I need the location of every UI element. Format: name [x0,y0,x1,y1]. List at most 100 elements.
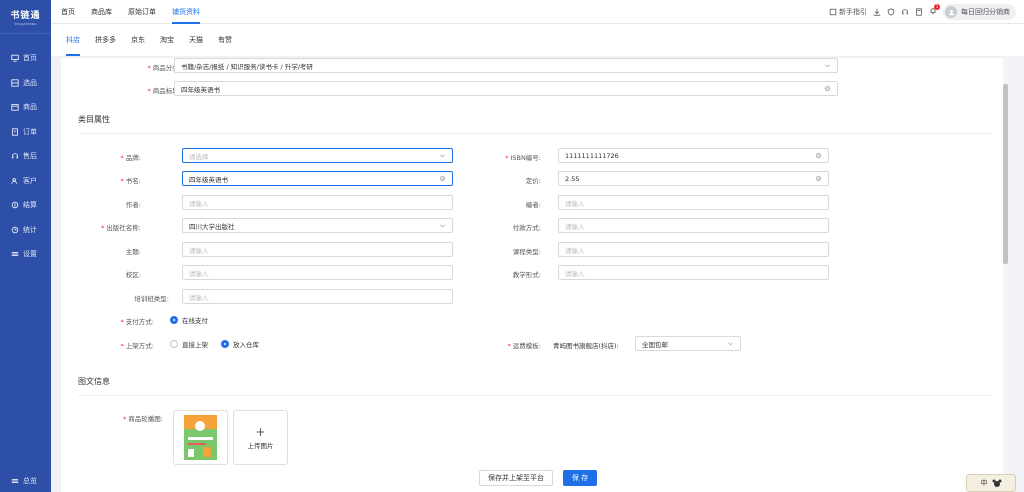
tab-listing-data[interactable]: 铺货资料 [172,0,200,24]
scrollbar[interactable] [1003,58,1008,492]
payment-input[interactable]: 请输入 [558,218,829,233]
upload-button[interactable]: + 上传图片 [233,410,288,465]
sidebar-item-stats[interactable]: 统计 [0,218,51,243]
sidebar-item-home[interactable]: 首页 [0,46,51,71]
freight-label: * 运费模板: [507,342,541,350]
headset-icon [12,153,18,159]
tab-youzan[interactable]: 有赞 [218,24,232,56]
sidebar-item-label: 售后 [23,152,37,161]
author-input[interactable]: 请输入 [182,195,453,210]
shield-icon[interactable] [887,8,895,16]
tab-douyin[interactable]: 抖店 [66,24,80,56]
sidebar-item-products[interactable]: 商品 [0,95,51,120]
training-label: 培训班类型: [134,295,169,303]
sidebar-item-label: 商品 [23,103,37,112]
sidebar-item-orders[interactable]: 订单 [0,120,51,145]
title-input[interactable]: 四年级英语书 [174,81,838,96]
tab-raw-orders[interactable]: 原始订单 [128,0,156,24]
category-select[interactable]: 书籍/杂志/报纸 / 知识服务/读书卡 / 升学/考研 [174,58,838,73]
shelf-direct-radio[interactable]: 直接上架 [170,339,208,349]
author-label: 作者: [125,201,141,209]
campus-input[interactable]: 请输入 [182,265,453,280]
user-menu[interactable]: 每日回归分销商 [943,4,1016,20]
sidebar-item-customers[interactable]: 客户 [0,169,51,194]
campus-label: 校区: [125,271,141,279]
carousel-image-1[interactable] [173,410,228,465]
avatar [945,6,957,18]
save-button[interactable]: 保 存 [563,470,597,486]
shelf-store-radio[interactable]: 放入仓库 [221,339,259,349]
ime-widget[interactable]: 中 [966,474,1016,492]
publisher-label: * 出版社名称: [101,224,141,232]
chevron-down-icon [440,154,445,158]
platform-tabs: 抖店 拼多多 京东 淘宝 天猫 有赞 [51,24,1024,56]
save-and-publish-button[interactable]: 保存并上架至平台 [479,470,553,486]
bookname-label: * 书名: [120,177,141,185]
tab-taobao[interactable]: 淘宝 [160,24,174,56]
topic-input[interactable]: 请输入 [182,242,453,257]
brand-placeholder: 请选择 [189,152,209,161]
isbn-value: 1111111111726 [565,151,619,160]
clear-icon[interactable] [439,175,446,182]
section-images: 图文信息 [78,377,110,386]
sidebar-item-label: 设置 [23,250,37,259]
sidebar-item-settings[interactable]: 设置 [0,242,51,267]
teach-input[interactable]: 请输入 [558,265,829,280]
price-input[interactable]: 2.55 [558,171,829,186]
brand-label: * 品牌: [120,154,141,162]
teach-label: 教学形式: [512,271,541,279]
box-icon [11,104,19,111]
user-icon [948,9,954,15]
sidebar-item-overview[interactable]: 总览 [0,474,51,488]
tab-tmall[interactable]: 天猫 [189,24,203,56]
price-label: 定价: [525,177,541,185]
monitor-icon [11,55,19,62]
guide-link[interactable]: 新手指引 [829,7,867,17]
plus-icon: + [255,424,266,439]
brand-select[interactable]: 请选择 [182,148,453,163]
tab-home[interactable]: 首页 [61,0,75,24]
publisher-select[interactable]: 四川大学出版社 [182,218,453,233]
clear-icon[interactable] [815,175,822,182]
sidebar-item-aftersale[interactable]: 售后 [0,144,51,169]
calculator-icon[interactable] [915,8,923,16]
grid-icon [11,79,19,87]
sidebar-item-label: 首页 [23,54,37,63]
tab-pinduoduo[interactable]: 拼多多 [95,24,116,56]
form-content: * 商品分类: 书籍/杂志/报纸 / 知识服务/读书卡 / 升学/考研 * 商品标题… [61,58,1008,492]
upload-label: 上传图片 [247,441,274,450]
headset-icon[interactable] [901,8,909,16]
training-input[interactable]: 请输入 [182,289,453,304]
settings-icon [11,252,19,257]
editor-label: 编者: [525,201,541,209]
sidebar-item-settlement[interactable]: 结算 [0,193,51,218]
section-category-attrs: 类目属性 [78,115,110,124]
settle-icon [11,202,19,209]
divider [78,395,993,396]
sidebar-item-selection[interactable]: 选品 [0,71,51,96]
download-icon[interactable] [873,8,881,16]
pay-online-radio[interactable]: 在线支付 [170,315,208,325]
isbn-input[interactable]: 1111111111726 [558,148,829,163]
sidebar-item-label: 选品 [23,78,37,87]
bookname-input[interactable]: 四年级英语书 [182,171,453,186]
chevron-down-icon [440,224,445,228]
scrollbar-thumb[interactable] [1003,84,1008,264]
clear-icon[interactable] [824,85,831,92]
topbar: 首页 商品库 原始订单 铺货资料 新手指引 1 每日回归分销商 [51,0,1024,24]
editor-input[interactable]: 请输入 [558,195,829,210]
freight-select[interactable]: 全国包邮 [635,336,741,351]
bookname-value: 四年级英语书 [189,175,228,184]
notification-bell[interactable]: 1 [929,4,940,17]
freight-shop: 青屿图书旗舰店(抖店): [553,342,619,350]
freight-value: 全国包邮 [642,340,668,349]
sidebar-nav: 首页 选品 商品 订单 售后 客户 结算 统计 设置 [0,46,51,267]
shelf-label: * 上架方式: [120,342,154,350]
course-input[interactable]: 请输入 [558,242,829,257]
mascot-icon [992,479,1001,487]
tab-jd[interactable]: 京东 [131,24,145,56]
clear-icon[interactable] [815,152,822,159]
topic-label: 主题: [125,248,141,256]
user-name: 每日回归分销商 [961,8,1010,16]
tab-product-library[interactable]: 商品库 [91,0,112,24]
